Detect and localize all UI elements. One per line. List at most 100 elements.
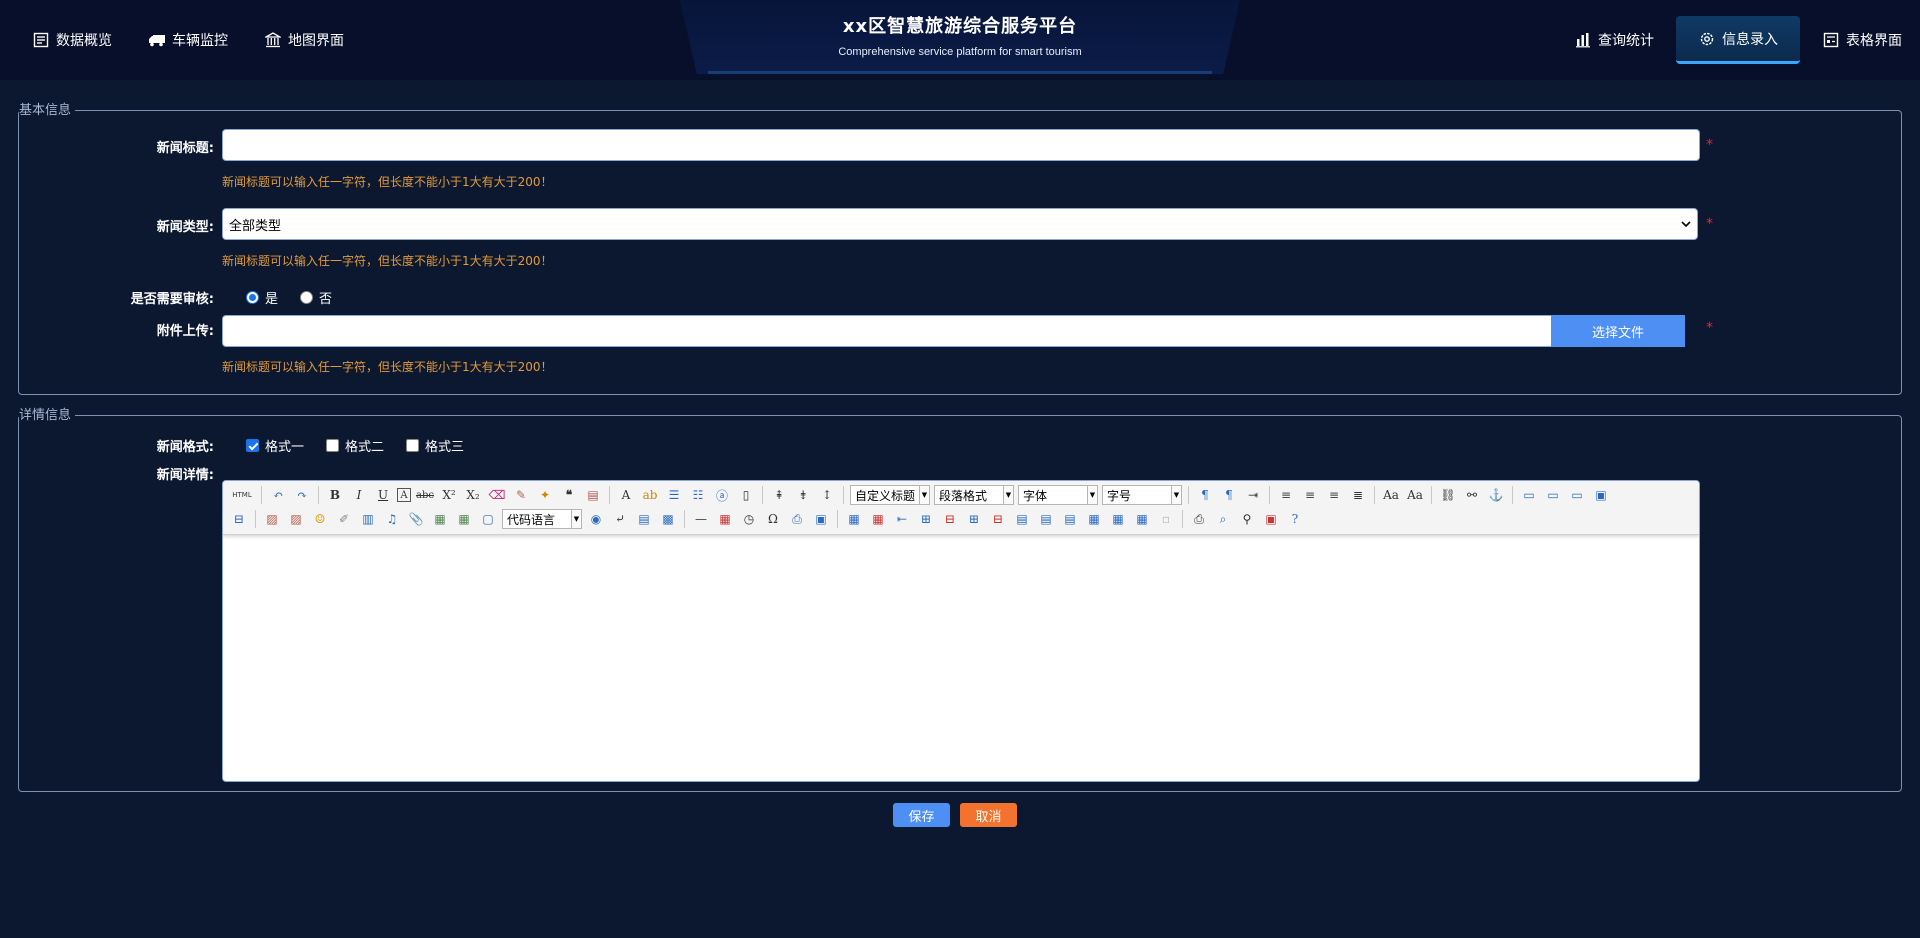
- paste-plain-icon[interactable]: ▤: [583, 485, 603, 505]
- auto-format-icon[interactable]: ✦: [535, 485, 555, 505]
- merge-right-icon[interactable]: ▤: [1036, 509, 1056, 529]
- subscript-icon[interactable]: X₂: [463, 485, 483, 505]
- nav-table-view[interactable]: 表格界面: [1808, 16, 1916, 64]
- format-brush-icon[interactable]: ✎: [511, 485, 531, 505]
- blockquote-icon[interactable]: ❝: [559, 485, 579, 505]
- split-cells-icon[interactable]: ▦: [1084, 509, 1104, 529]
- align-left-icon[interactable]: ≡: [1276, 485, 1296, 505]
- ordered-list-icon[interactable]: ☰: [664, 485, 684, 505]
- chart-icon[interactable]: ▫: [1156, 509, 1176, 529]
- nav-info-entry[interactable]: 信息录入: [1676, 16, 1800, 64]
- drafts-icon[interactable]: ▣: [1261, 509, 1281, 529]
- review-no-radio[interactable]: [300, 291, 314, 304]
- clear-doc-icon[interactable]: ▯: [736, 485, 756, 505]
- date-icon[interactable]: ▦: [715, 509, 735, 529]
- eraser-icon[interactable]: ⌫: [487, 485, 507, 505]
- nav-map[interactable]: 地图界面: [250, 16, 358, 64]
- special-chars-icon[interactable]: Ω: [763, 509, 783, 529]
- map-icon[interactable]: ▦: [430, 509, 450, 529]
- delete-table-icon[interactable]: ▦: [868, 509, 888, 529]
- snapscreen-icon[interactable]: ▣: [811, 509, 831, 529]
- editor-content-area[interactable]: [223, 535, 1699, 781]
- scrawl-icon[interactable]: ✐: [334, 509, 354, 529]
- save-button[interactable]: 保存: [893, 803, 950, 827]
- image-right-icon[interactable]: ▭: [1567, 485, 1587, 505]
- bold-icon[interactable]: B: [325, 485, 345, 505]
- upload-path-input[interactable]: [222, 315, 1552, 347]
- underline-icon[interactable]: U: [373, 485, 393, 505]
- superscript-icon[interactable]: X²: [439, 485, 459, 505]
- nav-data-overview[interactable]: 数据概览: [18, 16, 126, 64]
- format-three-checkbox[interactable]: [406, 439, 420, 452]
- redo-icon[interactable]: ↷: [292, 485, 312, 505]
- align-right-icon[interactable]: ≡: [1324, 485, 1344, 505]
- merge-cells-icon[interactable]: ▤: [1012, 509, 1032, 529]
- select-all-icon[interactable]: ⓐ: [712, 485, 732, 505]
- insert-table-icon[interactable]: ▦: [844, 509, 864, 529]
- news-type-select[interactable]: 全部类型: [222, 208, 1698, 240]
- insert-paragraph-icon[interactable]: ⇤: [892, 509, 912, 529]
- choose-file-button[interactable]: 选择文件: [1551, 315, 1685, 347]
- paragraph-format-select[interactable]: 段落格式 ▼: [934, 485, 1014, 505]
- format-two-checkbox[interactable]: [326, 439, 340, 452]
- strikethrough-icon[interactable]: abc: [415, 485, 435, 505]
- search-replace-icon[interactable]: ⚲: [1237, 509, 1257, 529]
- anchor-icon[interactable]: ⚓: [1486, 485, 1506, 505]
- format-two-option[interactable]: 格式二: [326, 436, 384, 455]
- help-icon[interactable]: ?: [1285, 509, 1305, 529]
- align-center-icon[interactable]: ≡: [1300, 485, 1320, 505]
- background-icon[interactable]: ▩: [658, 509, 678, 529]
- ltr-icon[interactable]: ¶: [1195, 485, 1215, 505]
- time-icon[interactable]: ◷: [739, 509, 759, 529]
- web-app-icon[interactable]: ◉: [586, 509, 606, 529]
- image-left-icon[interactable]: ▭: [1543, 485, 1563, 505]
- line-height-icon[interactable]: ↕: [817, 485, 837, 505]
- split-cols-icon[interactable]: ▦: [1132, 509, 1152, 529]
- html-source-button[interactable]: HTML: [229, 485, 255, 505]
- font-color-icon[interactable]: A: [616, 485, 636, 505]
- delete-row-icon[interactable]: ⊟: [940, 509, 960, 529]
- italic-icon[interactable]: I: [349, 485, 369, 505]
- page-break-icon[interactable]: ⤶: [610, 509, 630, 529]
- font-border-icon[interactable]: A: [397, 488, 411, 502]
- link-icon[interactable]: ⛓: [1438, 485, 1458, 505]
- gmap-icon[interactable]: ▦: [454, 509, 474, 529]
- insert-frame-icon[interactable]: ▢: [478, 509, 498, 529]
- font-family-select[interactable]: 字体 ▼: [1018, 485, 1098, 505]
- insert-video-icon[interactable]: ▥: [358, 509, 378, 529]
- uppercase-icon[interactable]: Aa: [1381, 485, 1401, 505]
- align-justify-icon[interactable]: ≣: [1348, 485, 1368, 505]
- review-yes-radio[interactable]: [246, 291, 259, 304]
- nav-query-stats[interactable]: 查询统计: [1560, 16, 1668, 64]
- format-three-option[interactable]: 格式三: [406, 436, 464, 455]
- image-center-icon[interactable]: ▣: [1591, 485, 1611, 505]
- format-one-option[interactable]: 格式一: [246, 436, 304, 455]
- nav-vehicle-monitor[interactable]: 车辆监控: [134, 16, 242, 64]
- template-icon[interactable]: ▤: [634, 509, 654, 529]
- review-no-option[interactable]: 否: [300, 288, 332, 307]
- delete-col-icon[interactable]: ⊟: [988, 509, 1008, 529]
- unlink-icon[interactable]: ⚯: [1462, 485, 1482, 505]
- undo-icon[interactable]: ↶: [268, 485, 288, 505]
- wordimage-icon[interactable]: ⎙: [787, 509, 807, 529]
- row-spacing-bottom-icon[interactable]: ⇟: [793, 485, 813, 505]
- custom-title-select[interactable]: 自定义标题 ▼: [850, 485, 930, 505]
- preview-icon[interactable]: ⌕: [1213, 509, 1233, 529]
- format-one-checkbox[interactable]: [246, 439, 259, 452]
- row-spacing-top-icon[interactable]: ⇞: [769, 485, 789, 505]
- split-rows-icon[interactable]: ▦: [1108, 509, 1128, 529]
- lowercase-icon[interactable]: Aa: [1405, 485, 1425, 505]
- indent-icon[interactable]: ⇥: [1243, 485, 1263, 505]
- horizontal-rule-icon[interactable]: —: [691, 509, 711, 529]
- insert-col-icon[interactable]: ⊞: [964, 509, 984, 529]
- review-yes-option[interactable]: 是: [246, 288, 278, 307]
- music-icon[interactable]: ♫: [382, 509, 402, 529]
- image-none-icon[interactable]: ▭: [1519, 485, 1539, 505]
- image-center-block-icon[interactable]: ⊟: [229, 509, 249, 529]
- simple-upload-icon[interactable]: ▨: [262, 509, 282, 529]
- background-color-icon[interactable]: ab: [640, 485, 660, 505]
- attachment-icon[interactable]: 📎: [406, 509, 426, 529]
- unordered-list-icon[interactable]: ☷: [688, 485, 708, 505]
- insert-row-icon[interactable]: ⊞: [916, 509, 936, 529]
- cancel-button[interactable]: 取消: [960, 803, 1017, 827]
